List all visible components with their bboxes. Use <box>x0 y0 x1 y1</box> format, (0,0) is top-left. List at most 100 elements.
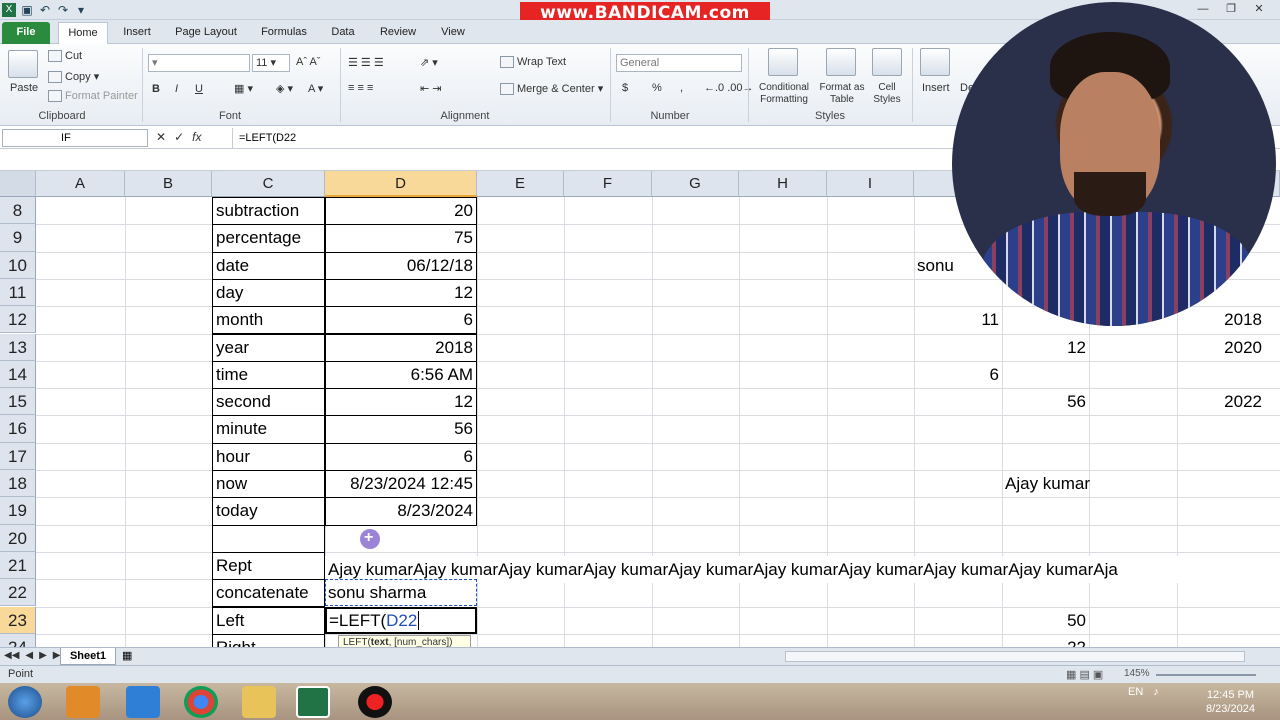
customize-qat-icon[interactable]: ▾ <box>74 3 88 17</box>
undo-icon[interactable]: ↶ <box>38 3 52 17</box>
internet-explorer-icon[interactable] <box>126 686 160 718</box>
media-player-icon[interactable] <box>66 686 100 718</box>
paste-icon[interactable] <box>8 50 38 78</box>
select-all-corner[interactable] <box>0 171 36 197</box>
label-cell[interactable] <box>213 525 324 552</box>
tab-formulas[interactable]: Formulas <box>258 22 310 44</box>
label-cell[interactable]: now <box>213 470 324 497</box>
conditional-formatting-button[interactable]: Conditional Formatting <box>754 82 814 106</box>
cell-j14[interactable]: 6 <box>914 361 1002 388</box>
enter-icon[interactable]: ✓ <box>174 130 184 144</box>
tab-page-layout[interactable]: Page Layout <box>172 22 240 44</box>
fill-color-icon[interactable]: ◈ ▾ <box>276 82 293 95</box>
value-cell[interactable]: 20 <box>326 197 476 224</box>
cut-button[interactable]: Cut <box>48 50 82 63</box>
cell-k23[interactable]: 50 <box>1002 607 1089 634</box>
label-cell[interactable]: year <box>213 334 324 361</box>
volume-icon[interactable]: ♪ <box>1153 686 1159 698</box>
chrome-icon[interactable] <box>184 686 218 718</box>
indent-icons[interactable]: ⇤ ⇥ <box>420 82 442 95</box>
label-cell[interactable]: second <box>213 388 324 415</box>
row-header[interactable]: 14 <box>0 360 36 389</box>
name-box[interactable]: IF <box>2 129 148 147</box>
row-header[interactable]: 10 <box>0 251 36 279</box>
value-cell[interactable]: 6 <box>326 306 476 333</box>
row-header[interactable]: 13 <box>0 333 36 361</box>
label-cell[interactable]: day <box>213 279 324 306</box>
label-cell[interactable]: Left <box>213 607 324 634</box>
insert-cells-button[interactable]: Insert <box>922 82 950 94</box>
label-cell[interactable]: Rept <box>213 552 324 579</box>
minimize-icon[interactable]: — <box>1190 1 1216 17</box>
tab-data[interactable]: Data <box>328 22 358 44</box>
number-format-combo[interactable]: General <box>616 54 742 72</box>
row-header[interactable]: 12 <box>0 306 36 334</box>
cell-styles-icon[interactable] <box>872 48 902 76</box>
start-button-icon[interactable] <box>8 686 42 718</box>
italic-button[interactable]: I <box>175 83 178 95</box>
row-header[interactable]: 18 <box>0 470 36 498</box>
cell-l15[interactable]: 2022 <box>1177 388 1265 415</box>
column-header-h[interactable]: H <box>739 171 827 197</box>
label-cell[interactable]: hour <box>213 443 324 470</box>
horizontal-align-icons[interactable]: ≡ ≡ ≡ <box>348 82 373 94</box>
active-edit-cell[interactable]: =LEFT(D22 <box>325 607 477 634</box>
bold-button[interactable]: B <box>152 83 160 95</box>
tab-review[interactable]: Review <box>376 22 420 44</box>
label-cell[interactable]: month <box>213 306 324 333</box>
label-cell[interactable]: time <box>213 361 324 388</box>
save-icon[interactable]: ▣ <box>20 3 34 17</box>
tab-home[interactable]: Home <box>58 22 108 44</box>
cell-k18[interactable]: Ajay kumar <box>1002 470 1152 497</box>
font-name-combo[interactable]: ▾ <box>148 54 250 72</box>
borders-icon[interactable]: ▦ ▾ <box>234 82 253 95</box>
row-header[interactable]: 24 <box>0 633 36 647</box>
sheet-tab-sheet1[interactable]: Sheet1 <box>60 648 116 665</box>
value-cell[interactable]: 6:56 AM <box>326 361 476 388</box>
decimal-icons[interactable]: ←.0 .00→ <box>704 82 754 94</box>
column-header-b[interactable]: B <box>125 171 212 197</box>
column-header-g[interactable]: G <box>652 171 739 197</box>
bandicam-icon[interactable] <box>358 686 392 718</box>
tab-view[interactable]: View <box>436 22 470 44</box>
cell-k13[interactable]: 12 <box>1002 334 1089 361</box>
format-table-icon[interactable] <box>826 48 856 76</box>
label-cell[interactable]: date <box>213 252 324 279</box>
insert-function-icon[interactable]: fx <box>192 130 201 144</box>
value-cell[interactable]: 6 <box>326 443 476 470</box>
label-cell[interactable]: concatenate <box>213 579 324 606</box>
column-header-c[interactable]: C <box>212 171 325 197</box>
file-explorer-icon[interactable] <box>242 686 276 718</box>
grow-font-icon[interactable]: Aˆ Aˇ <box>296 56 320 68</box>
value-cell[interactable]: 06/12/18 <box>326 252 476 279</box>
comma-button[interactable]: , <box>680 82 683 94</box>
row-header[interactable]: 22 <box>0 579 36 607</box>
row-header[interactable]: 11 <box>0 278 36 307</box>
close-icon[interactable]: ✕ <box>1246 1 1272 17</box>
new-sheet-icon[interactable]: ▦ <box>122 649 132 662</box>
view-buttons[interactable]: ▦ ▤ ▣ <box>1066 668 1103 681</box>
conditional-formatting-icon[interactable] <box>768 48 798 76</box>
restore-icon[interactable]: ❐ <box>1218 1 1244 17</box>
redo-icon[interactable]: ↷ <box>56 3 70 17</box>
merge-center-button[interactable]: Merge & Center ▾ <box>500 82 603 96</box>
label-cell[interactable]: Right <box>213 634 324 647</box>
tab-file[interactable]: File <box>2 22 50 44</box>
wrap-text-button[interactable]: Wrap Text <box>500 56 566 69</box>
label-cell[interactable]: minute <box>213 415 324 442</box>
sheet-nav-arrows[interactable]: ◀◀◀▶▶▶ <box>4 650 68 661</box>
row-header[interactable]: 9 <box>0 224 36 252</box>
value-cell[interactable]: 12 <box>326 388 476 415</box>
label-cell[interactable]: today <box>213 497 324 524</box>
column-header-i[interactable]: I <box>827 171 914 197</box>
value-cell[interactable]: 8/23/2024 <box>326 497 476 524</box>
row-header[interactable]: 17 <box>0 442 36 470</box>
format-painter-button[interactable]: Format Painter <box>48 90 138 103</box>
underline-button[interactable]: U <box>195 83 203 95</box>
column-header-e[interactable]: E <box>477 171 564 197</box>
row-header[interactable]: 23 <box>0 606 36 634</box>
row-header[interactable]: 16 <box>0 415 36 443</box>
row-header[interactable]: 15 <box>0 388 36 416</box>
cell-styles-button[interactable]: Cell Styles <box>868 82 906 106</box>
copy-button[interactable]: Copy ▾ <box>48 70 99 84</box>
